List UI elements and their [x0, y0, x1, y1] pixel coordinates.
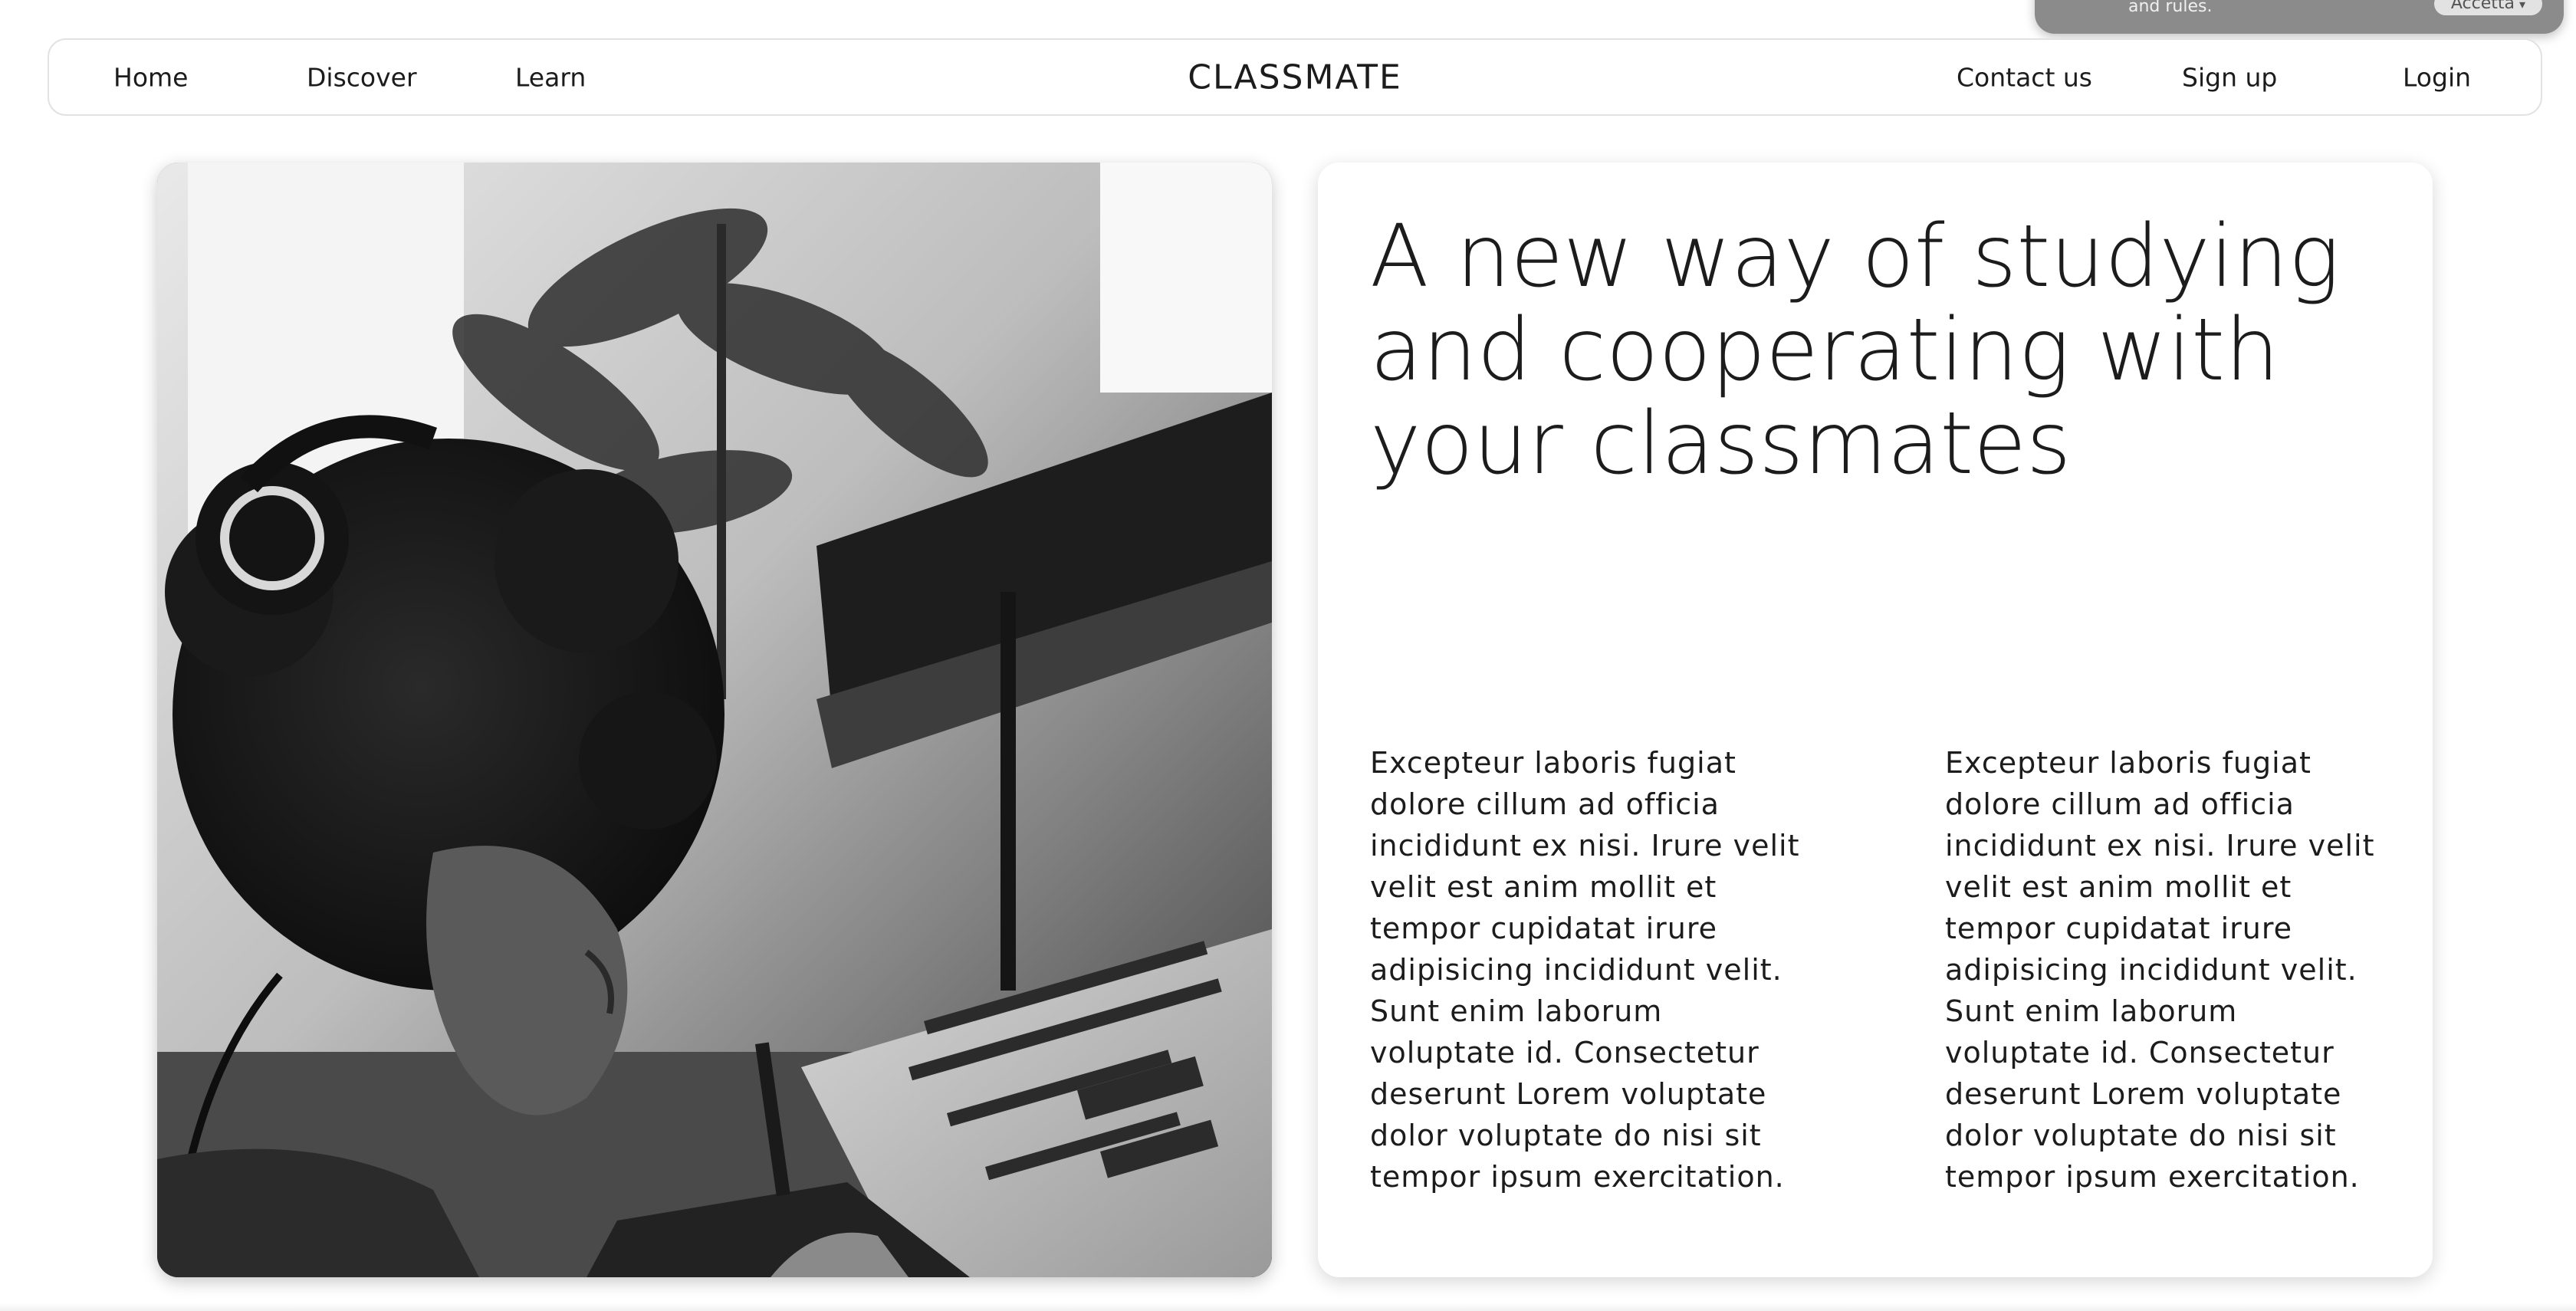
nav-discover-link[interactable]: Discover [307, 62, 417, 92]
hero-image-card [157, 163, 1272, 1277]
hero-photo [157, 163, 1272, 1277]
cookie-accept-button[interactable]: Accetta ▾ [2433, 0, 2542, 15]
cookie-popup: and rules. Accetta ▾ [2035, 0, 2564, 34]
hero-headline: A new way of studying and cooperating wi… [1370, 207, 2340, 494]
cookie-popup-text: and rules. [2128, 0, 2213, 16]
hero-text-card: A new way of studying and cooperating wi… [1318, 163, 2433, 1277]
hero-paragraph-2: Excepteur laboris fugiat dolore cillum a… [1945, 746, 2375, 1194]
page: and rules. Accetta ▾ Home Discover Learn … [0, 0, 2576, 1311]
nav-learn-link[interactable]: Learn [515, 62, 586, 92]
hero-paragraph-1: Excepteur laboris fugiat dolore cillum a… [1370, 746, 1800, 1194]
nav-contact-link[interactable]: Contact us [1957, 62, 2092, 92]
nav-signup-link[interactable]: Sign up [2182, 62, 2277, 92]
chevron-down-icon: ▾ [2518, 0, 2525, 12]
brand-logo[interactable]: CLASSMATE [1188, 58, 1402, 97]
cookie-accept-label: Accetta [2450, 0, 2515, 13]
navbar: Home Discover Learn CLASSMATE Contact us… [48, 38, 2542, 116]
nav-home-link[interactable]: Home [113, 62, 188, 92]
nav-login-link[interactable]: Login [2403, 62, 2471, 92]
next-section-edge [0, 1303, 2576, 1311]
